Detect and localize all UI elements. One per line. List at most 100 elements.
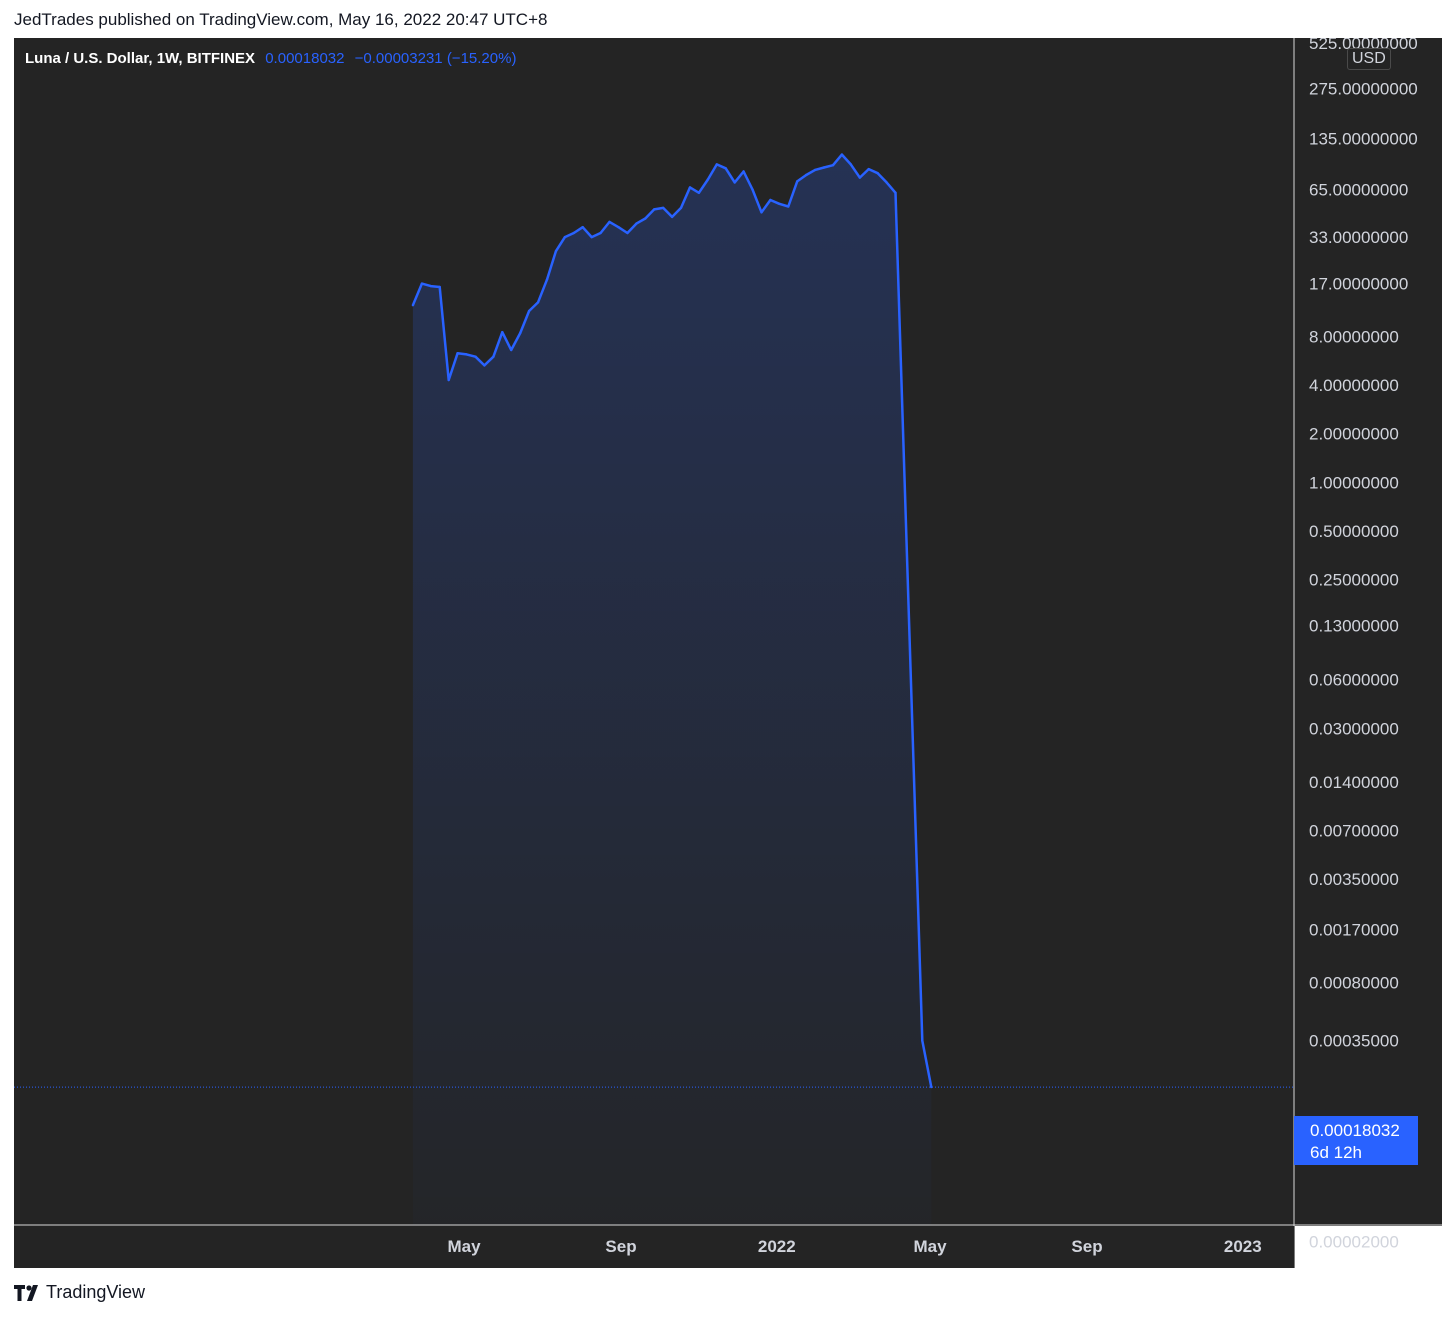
price-point [715, 163, 718, 166]
price-point [813, 168, 817, 172]
tradingview-brand-text: TradingView [46, 1282, 146, 1302]
symbol-title[interactable]: Luna / U.S. Dollar, 1W, BITFINEX [25, 50, 255, 67]
time-tick-label: May [447, 1237, 481, 1256]
currency-button[interactable]: USD [1347, 48, 1391, 70]
price-tick-label: 275.00000000 [1309, 79, 1418, 98]
price-point [662, 206, 665, 210]
price-point [635, 222, 638, 225]
price-change: −0.00003231 (−15.20%) [354, 50, 517, 67]
price-point [554, 250, 558, 253]
price-point [465, 353, 468, 356]
last-price-tag: 0.00018032 6d 12h [1294, 1116, 1418, 1165]
price-point [545, 278, 549, 281]
price-tick-label: 0.00002000 [1309, 1232, 1399, 1251]
time-tick-label: 2023 [1224, 1237, 1262, 1256]
price-point [769, 198, 772, 202]
price-point [501, 331, 504, 334]
tradingview-logo-icon [14, 1285, 38, 1301]
price-point [867, 167, 870, 171]
price-point [429, 284, 432, 288]
price-point [742, 170, 745, 173]
last-price-value: 0.00018032 [1310, 1121, 1400, 1140]
price-point [420, 282, 424, 285]
price-point [411, 304, 415, 307]
price-point [653, 208, 656, 211]
price-point [831, 164, 835, 167]
price-point [447, 378, 450, 382]
price-tick-label: 2.00000000 [1309, 425, 1399, 444]
time-tick-label: May [913, 1237, 947, 1256]
tradingview-brand[interactable]: TradingView [14, 1282, 145, 1303]
price-point [572, 231, 575, 235]
last-value: 0.00018032 [265, 50, 345, 67]
plot-area [14, 153, 1294, 1226]
price-tick-label: 65.00000000 [1309, 181, 1408, 200]
price-point [796, 180, 799, 183]
price-point [822, 166, 826, 169]
price-tick-label: 17.00000000 [1309, 275, 1408, 294]
price-point [930, 1085, 933, 1089]
price-point [679, 206, 683, 210]
price-point [474, 355, 477, 358]
price-tick-label: 0.00170000 [1309, 921, 1399, 940]
price-tick-label: 0.00700000 [1309, 821, 1399, 840]
price-point [536, 301, 540, 304]
price-point [492, 355, 495, 358]
price-tick-label: 1.00000000 [1309, 473, 1399, 492]
price-point [733, 181, 736, 184]
price-tick-label: 4.00000000 [1309, 376, 1399, 395]
price-tick-label: 0.01400000 [1309, 773, 1399, 792]
price-point [590, 235, 593, 239]
price-tick-label: 0.13000000 [1309, 617, 1399, 636]
price-point [787, 205, 790, 208]
price-point [697, 191, 701, 194]
price-point [894, 191, 897, 194]
price-point [617, 226, 620, 229]
price-point [885, 181, 888, 184]
price-tick-label: 0.25000000 [1309, 571, 1399, 590]
price-point [456, 352, 459, 355]
price-point [608, 220, 611, 224]
time-tick-label: Sep [605, 1237, 636, 1256]
last-price-countdown: 6d 12h [1310, 1143, 1362, 1162]
price-tick-label: 0.00350000 [1309, 870, 1399, 889]
price-tick-label: 0.50000000 [1309, 522, 1399, 541]
price-tick-label: 0.06000000 [1309, 671, 1399, 690]
chart-panel[interactable]: 525.00000000 275.00000000 135.00000000 65.0… [14, 38, 1442, 1268]
price-point [724, 167, 727, 170]
price-tick-label: 135.00000000 [1309, 129, 1418, 148]
price-point [670, 215, 674, 219]
price-point [876, 172, 879, 175]
price-point [581, 226, 584, 229]
publisher-header: JedTrades published on TradingView.com, … [14, 10, 548, 29]
price-point [644, 217, 647, 220]
time-tick-label: Sep [1071, 1237, 1102, 1256]
time-tick-label: 2022 [758, 1237, 796, 1256]
price-point [760, 211, 763, 214]
price-point [840, 153, 844, 156]
price-point [706, 178, 710, 181]
price-point [921, 1039, 924, 1042]
price-axis[interactable]: 525.00000000275.00000000135.0000000065.0… [1309, 38, 1418, 1251]
price-tick-label: 0.03000000 [1309, 719, 1399, 738]
price-point [483, 364, 486, 367]
price-point [438, 285, 441, 289]
price-point [805, 173, 808, 177]
price-point [858, 176, 861, 179]
price-point [751, 188, 754, 191]
price-tick-label: 33.00000000 [1309, 228, 1408, 247]
price-point [849, 163, 852, 166]
price-tick-label: 0.00080000 [1309, 974, 1399, 993]
price-area-fill [412, 154, 932, 1226]
price-tick-label: 8.00000000 [1309, 328, 1399, 347]
price-point [527, 309, 531, 313]
price-point [599, 231, 602, 235]
price-point [626, 231, 629, 235]
price-chart[interactable]: 525.00000000275.00000000135.0000000065.0… [14, 38, 1442, 1268]
price-point [563, 235, 567, 239]
price-point [688, 186, 692, 189]
symbol-legend: Luna / U.S. Dollar, 1W, BITFINEX 0.00018… [25, 50, 516, 67]
price-point [519, 331, 522, 335]
price-point [510, 348, 513, 352]
price-point [778, 202, 781, 205]
